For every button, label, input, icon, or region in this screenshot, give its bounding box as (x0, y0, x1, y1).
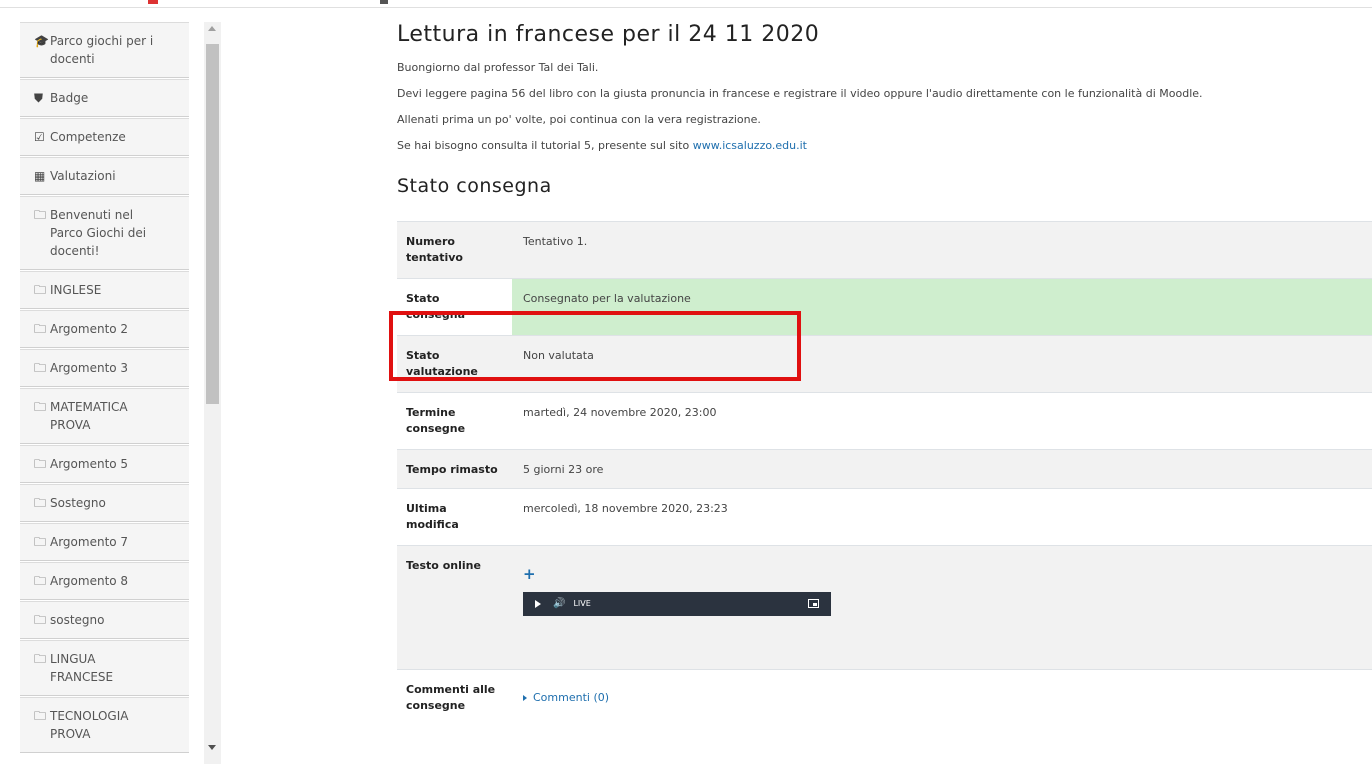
folder-icon: 🗀 (34, 400, 47, 414)
sidebar-item-label: MATEMATICA PROVA (50, 400, 128, 432)
folder-icon: 🗀 (34, 535, 47, 549)
folder-icon: 🗀 (34, 709, 47, 723)
sidebar-item[interactable]: 🗀 INGLESE (20, 271, 189, 309)
sidebar-item[interactable]: 🗀 Argomento 3 (20, 349, 189, 387)
sidebar-item-label: Argomento 7 (50, 535, 129, 549)
sidebar-item-label: Benvenuti nel Parco Giochi dei docenti! (50, 208, 147, 258)
sidebar-item[interactable]: ▦ Valutazioni (20, 157, 189, 195)
sidebar-item[interactable]: 🗀 Argomento 2 (20, 310, 189, 348)
tab-fragment-icon (380, 0, 388, 4)
picture-in-picture-icon[interactable] (808, 599, 819, 608)
sidebar-item-label: sostegno (50, 613, 105, 627)
table-row: Numero tentativo Tentativo 1. (397, 221, 1372, 279)
folder-icon: 🗀 (34, 574, 47, 588)
highlight-box (389, 311, 801, 381)
table-row: Commenti alle consegne Commenti (0) (397, 669, 1372, 727)
folder-icon: 🗀 (34, 496, 47, 510)
folder-icon: 🗀 (34, 283, 47, 297)
row-value: martedì, 24 novembre 2020, 23:00 (512, 392, 1372, 450)
checkbox-icon: ☑ (34, 130, 45, 144)
caret-right-icon[interactable] (523, 695, 527, 701)
intro-paragraph: Devi leggere pagina 56 del libro con la … (397, 87, 1203, 100)
row-label: Commenti alle consegne (397, 669, 512, 727)
sidebar-item-label: Argomento 2 (50, 322, 129, 336)
sidebar-item-label: TECNOLOGIA PROVA (50, 709, 129, 741)
sidebar-item-label: Competenze (50, 130, 126, 144)
table-row: Testo online + 🔊 LIVE (397, 545, 1372, 670)
folder-icon: 🗀 (34, 457, 47, 471)
table-row: Tempo rimasto 5 giorni 23 ore (397, 449, 1372, 489)
help-text: Se hai bisogno consulta il tutorial 5, p… (397, 139, 693, 152)
sidebar-item[interactable]: 🗀 LINGUA FRANCESE (20, 640, 189, 696)
submission-status-heading: Stato consegna (397, 175, 552, 197)
school-website-link[interactable]: www.icsaluzzo.edu.it (693, 139, 807, 152)
table-row: Termine consegne martedì, 24 novembre 20… (397, 392, 1372, 450)
sidebar-item[interactable]: ☑ Competenze (20, 118, 189, 156)
row-value: Tentativo 1. (512, 221, 1372, 279)
browser-top-strip (0, 0, 1372, 8)
scroll-down-arrow-icon[interactable] (208, 745, 216, 750)
submission-status-table: Numero tentativo Tentativo 1. Stato cons… (397, 221, 1372, 727)
tab-fragment-icon (148, 0, 158, 4)
sidebar-item-label: Sostegno (50, 496, 106, 510)
play-icon[interactable] (535, 600, 541, 608)
sidebar-item[interactable]: 🗀 Argomento 8 (20, 562, 189, 600)
intro-paragraph: Buongiorno dal professor Tal dei Tali. (397, 61, 599, 74)
folder-icon: 🗀 (34, 361, 47, 375)
row-label: Tempo rimasto (397, 449, 512, 489)
sidebar-item-label: Argomento 3 (50, 361, 129, 375)
folder-icon: 🗀 (34, 208, 47, 222)
sidebar-item[interactable]: ⛊ Badge (20, 79, 189, 117)
sidebar-item-label: INGLESE (50, 283, 102, 297)
sidebar-item[interactable]: 🎓 Parco giochi per i docenti (20, 22, 189, 78)
help-paragraph: Se hai bisogno consulta il tutorial 5, p… (397, 139, 1372, 153)
sidebar-item[interactable]: 🗀 Argomento 5 (20, 445, 189, 483)
row-label: Termine consegne (397, 392, 512, 450)
folder-icon: 🗀 (34, 322, 47, 336)
row-value: mercoledì, 18 novembre 2020, 23:23 (512, 488, 1372, 546)
sidebar-scrollbar[interactable] (204, 22, 221, 764)
sidebar-item[interactable]: 🗀 Argomento 7 (20, 523, 189, 561)
table-row: Ultima modifica mercoledì, 18 novembre 2… (397, 488, 1372, 546)
sidebar-item[interactable]: 🗀 TECNOLOGIA PROVA (20, 697, 189, 753)
row-label: Numero tentativo (397, 221, 512, 279)
sidebar-item-label: Argomento 5 (50, 457, 129, 471)
table-icon: ▦ (34, 169, 46, 183)
volume-icon[interactable]: 🔊 (553, 596, 565, 612)
sidebar-item-label: Parco giochi per i docenti (50, 34, 154, 66)
online-text-cell: + 🔊 LIVE (512, 545, 1372, 670)
row-label: Ultima modifica (397, 488, 512, 546)
sidebar-item[interactable]: 🗀 MATEMATICA PROVA (20, 388, 189, 444)
comments-cell: Commenti (0) (512, 669, 1372, 727)
scrollbar-thumb[interactable] (206, 44, 219, 404)
sidebar-item[interactable]: 🗀 sostegno (20, 601, 189, 639)
expand-plus-icon[interactable]: + (523, 566, 1372, 582)
sidebar-item[interactable]: 🗀 Benvenuti nel Parco Giochi dei docenti! (20, 196, 189, 270)
live-label: LIVE (573, 599, 591, 608)
sidebar-item-label: Badge (50, 91, 89, 105)
page-title: Lettura in francese per il 24 11 2020 (397, 22, 820, 47)
folder-icon: 🗀 (34, 613, 47, 627)
sidebar-item-label: Valutazioni (50, 169, 116, 183)
shield-icon: ⛊ (34, 91, 44, 105)
media-player[interactable]: 🔊 LIVE (523, 592, 831, 616)
sidebar-item-label: LINGUA FRANCESE (50, 652, 114, 684)
comments-link[interactable]: Commenti (0) (533, 691, 609, 704)
folder-icon: 🗀 (34, 652, 47, 666)
intro-paragraph: Allenati prima un po' volte, poi continu… (397, 113, 761, 126)
row-value: 5 giorni 23 ore (512, 449, 1372, 489)
scroll-up-arrow-icon[interactable] (208, 26, 216, 31)
row-label: Testo online (397, 545, 512, 670)
sidebar-item-label: Argomento 8 (50, 574, 129, 588)
graduation-cap-icon: 🎓 (34, 34, 49, 48)
course-navigation: 🎓 Parco giochi per i docenti ⛊ Badge ☑ Compet… (20, 22, 189, 764)
sidebar-item[interactable]: 🗀 Sostegno (20, 484, 189, 522)
